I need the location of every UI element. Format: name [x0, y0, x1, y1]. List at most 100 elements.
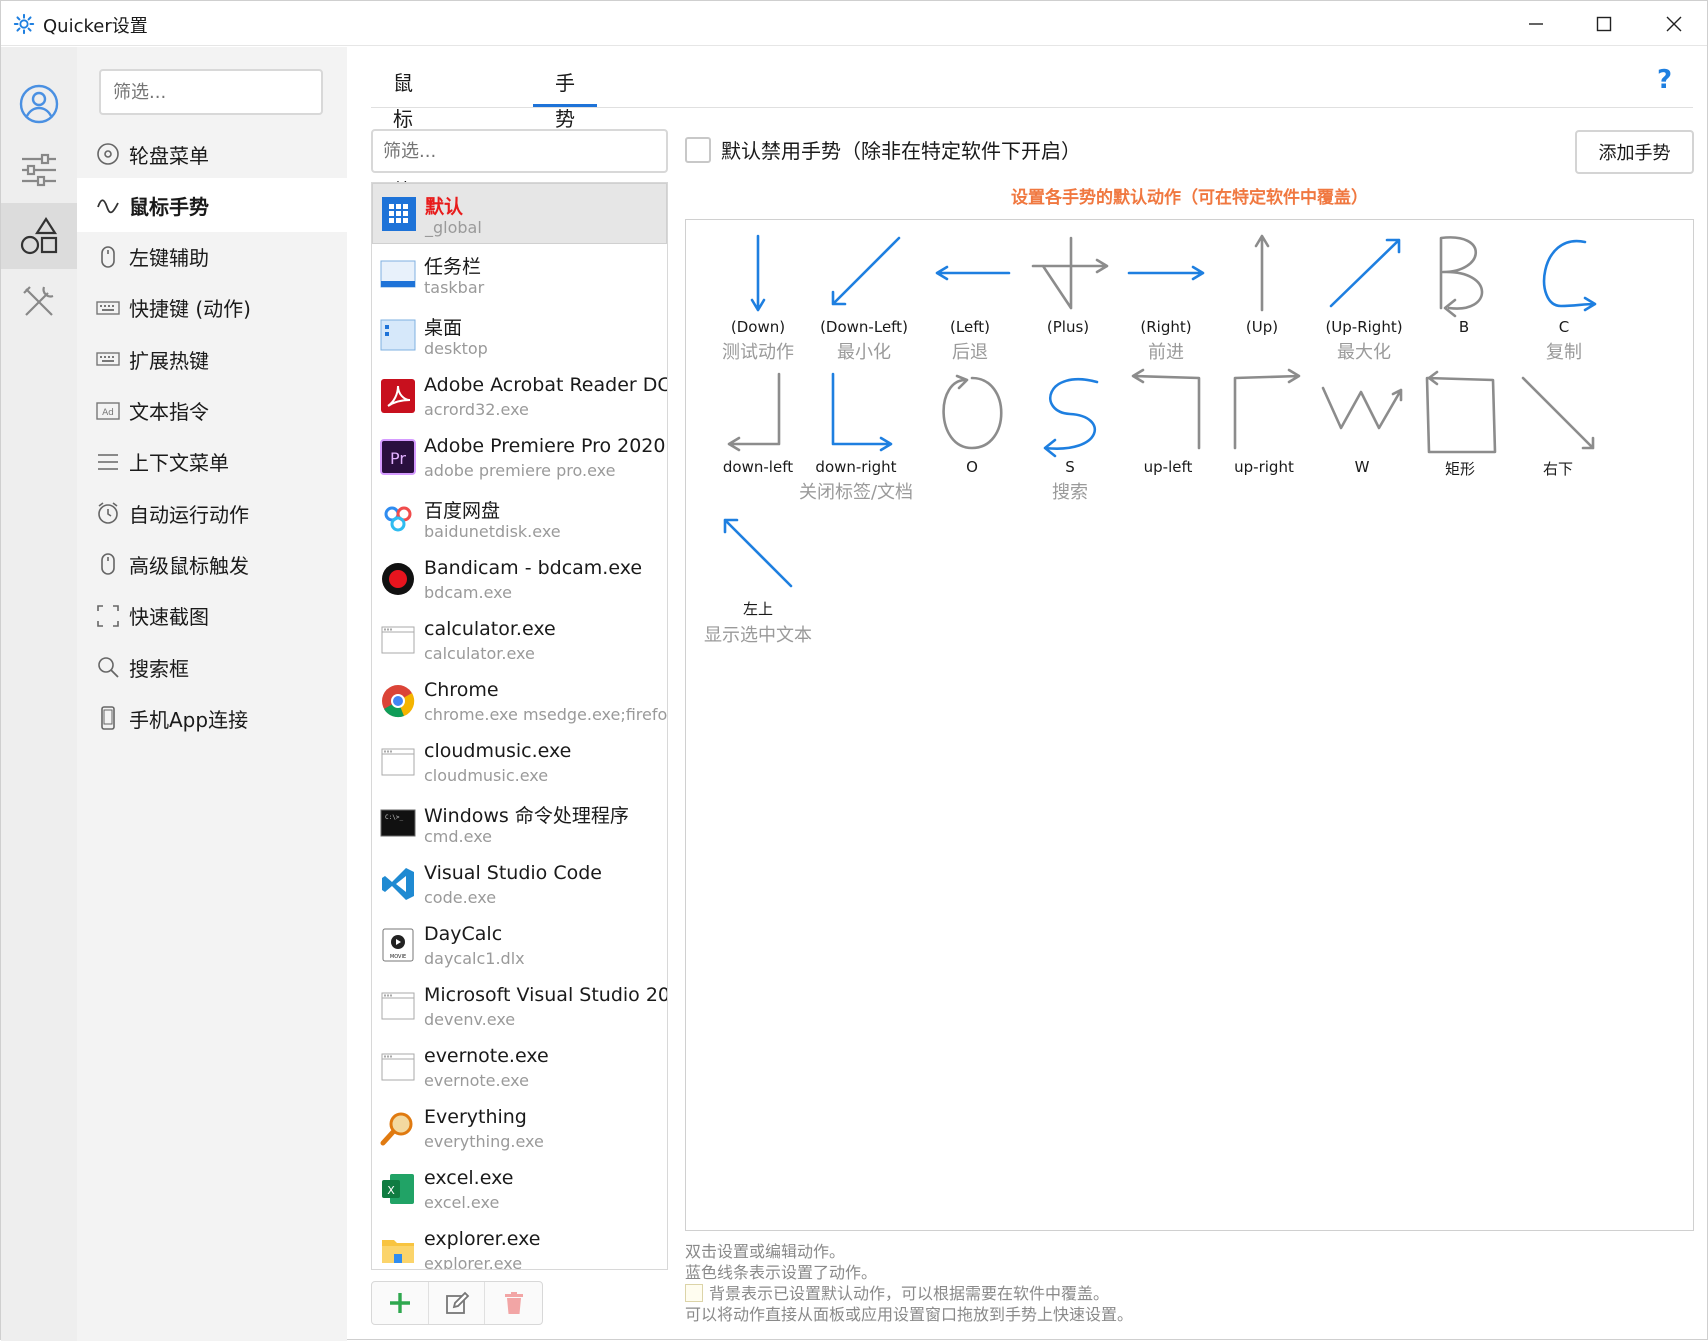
gesture-item[interactable]: down-right 关闭标签/文档 [796, 368, 916, 504]
disable-gesture-option[interactable]: 默认禁用手势（除非在特定软件下开启） [685, 135, 1081, 164]
mouse-icon [95, 244, 121, 270]
app-row[interactable]: explorer.exe explorer.exe [372, 1220, 667, 1270]
app-row[interactable]: calculator.exe calculator.exe [372, 610, 667, 671]
app-row[interactable]: cloudmusic.exe cloudmusic.exe [372, 732, 667, 793]
app-exe: excel.exe [424, 1193, 500, 1212]
edit-app-button[interactable] [429, 1282, 486, 1324]
wheel-icon [95, 141, 121, 167]
gesture-shape-icon [727, 372, 781, 452]
gesture-panel: (Down) 测试动作 (Down-Left) 最小化 (Left) 后退 (Plus) (R… [685, 219, 1694, 1231]
app-row[interactable]: MOVIE DayCalc daycalc1.dlx [372, 915, 667, 976]
nav-item-5[interactable]: Ad 文本指令 [77, 384, 347, 438]
window-title: Quicker设置 [43, 16, 148, 37]
app-exe: explorer.exe [424, 1254, 523, 1270]
nav-item-10[interactable]: 搜索框 [77, 640, 347, 694]
rail-shapes[interactable] [1, 203, 77, 269]
app-exe: cloudmusic.exe [424, 766, 549, 785]
minimize-button[interactable] [1501, 1, 1571, 46]
app-exe: acrord32.exe [424, 400, 529, 419]
nav-item-4[interactable]: 扩展热键 [77, 332, 347, 386]
add-gesture-button[interactable]: 添加手势 [1575, 130, 1694, 174]
tab-divider [371, 107, 1693, 108]
app-filter-input[interactable] [371, 129, 668, 173]
app-name: 任务栏 [424, 256, 482, 278]
default-bg-swatch [685, 1284, 703, 1302]
gesture-item[interactable]: 左上 显示选中文本 [698, 508, 818, 647]
maximize-button[interactable] [1569, 1, 1639, 46]
gesture-shape-icon [831, 236, 901, 306]
nav-item-8[interactable]: 高级鼠标触发 [77, 537, 347, 591]
nav-item-2[interactable]: 左键辅助 [77, 230, 347, 284]
rail-user[interactable] [1, 71, 77, 137]
app-row[interactable]: 任务栏 taskbar [372, 244, 667, 305]
add-app-button[interactable] [372, 1282, 429, 1324]
app-row[interactable]: 默认 _global [372, 183, 667, 244]
nav-item-1[interactable]: 鼠标手势 [77, 178, 347, 233]
gesture-hint-title: 设置各手势的默认动作（可在特定软件中覆盖） [1011, 188, 1368, 208]
help-button[interactable]: ? [1657, 65, 1672, 95]
ad-icon: Ad [95, 398, 121, 424]
gesture-shape-icon [1329, 238, 1401, 308]
rail-sliders[interactable] [1, 137, 77, 203]
keyboard-icon [95, 295, 121, 321]
nav-item-label: 搜索框 [129, 656, 189, 681]
chrome-icon [380, 683, 416, 719]
nav-item-6[interactable]: 上下文菜单 [77, 435, 347, 489]
tab-gesture-management[interactable]: 手势管理 [533, 65, 597, 203]
gesture-item[interactable]: (Down-Left) 最小化 [804, 228, 924, 364]
gesture-item[interactable]: C 复制 [1504, 228, 1624, 364]
gesture-name: 左上 [742, 600, 773, 618]
nav-item-3[interactable]: 快捷键 (动作) [77, 281, 347, 335]
tools-icon [23, 286, 54, 316]
svg-text:X: X [387, 1184, 395, 1197]
app-row[interactable]: 桌面 desktop [372, 305, 667, 366]
vscode-icon [380, 866, 416, 902]
close-button[interactable] [1639, 1, 1708, 46]
gesture-name: (Down) [730, 318, 786, 336]
app-exe: daycalc1.dlx [424, 949, 525, 968]
app-row[interactable]: Microsoft Visual Studio 201 devenv.exe [372, 976, 667, 1037]
nav-item-9[interactable]: 快速截图 [77, 589, 347, 643]
gesture-action: 后退 [952, 342, 988, 363]
gesture-item[interactable]: 右下 [1498, 368, 1618, 481]
app-row[interactable]: C:\>_ Windows 命令处理程序 cmd.exe [372, 793, 667, 854]
app-name: 默认 [425, 196, 464, 218]
app-row[interactable]: 百度网盘 baidunetdisk.exe [372, 488, 667, 549]
app-row[interactable]: Chrome chrome.exe msedge.exe;firefox.e [372, 671, 667, 732]
gesture-shape-icon [935, 265, 1011, 281]
app-row[interactable]: evernote.exe evernote.exe [372, 1037, 667, 1098]
app-name: calculator.exe [424, 618, 556, 640]
svg-text:MOVIE: MOVIE [390, 954, 406, 960]
app-name: Everything [424, 1106, 527, 1128]
gesture-shape-icon [1127, 265, 1205, 281]
nav-item-0[interactable]: 轮盘菜单 [77, 127, 347, 181]
disable-gesture-checkbox[interactable] [685, 136, 711, 163]
app-row[interactable]: Adobe Acrobat Reader DC acrord32.exe [372, 366, 667, 427]
gesture-action: 显示选中文本 [704, 625, 812, 646]
gesture-item[interactable]: (Down) 测试动作 [698, 228, 818, 364]
icon-rail [1, 47, 77, 1341]
app-exe: bdcam.exe [424, 583, 512, 602]
app-list[interactable]: 默认 _global 任务栏 taskbar 桌面 desktop Adobe Acroba… [371, 182, 668, 1270]
app-row[interactable]: Xexcel.exe excel.exe [372, 1159, 667, 1220]
nav-item-7[interactable]: 自动运行动作 [77, 486, 347, 540]
app-row[interactable]: Pr Adobe Premiere Pro 2020 adobe premiere … [372, 427, 667, 488]
app-row[interactable]: Bandicam - bdcam.exe bdcam.exe [372, 549, 667, 610]
keyboard-icon [95, 346, 121, 372]
close-icon [1666, 16, 1682, 31]
nav-filter-input[interactable] [99, 69, 323, 115]
svg-text:Pr: Pr [390, 449, 406, 468]
gesture-shape-icon [1254, 234, 1270, 312]
folder-icon [380, 1232, 416, 1268]
edit-icon [445, 1291, 469, 1314]
app-exe: baidunetdisk.exe [424, 522, 561, 541]
app-row[interactable]: Visual Studio Code code.exe [372, 854, 667, 915]
delete-app-button[interactable] [485, 1282, 542, 1324]
gesture-shape-icon [1031, 236, 1109, 310]
tab-gesture-settings[interactable]: 鼠标手势设置 [371, 65, 435, 275]
gesture-name: (Down-Left) [820, 318, 908, 336]
app-row[interactable]: Everything everything.exe [372, 1098, 667, 1159]
rail-tools[interactable] [1, 269, 77, 335]
app-exe: calculator.exe [424, 644, 535, 663]
nav-item-11[interactable]: 手机App连接 [77, 691, 347, 745]
